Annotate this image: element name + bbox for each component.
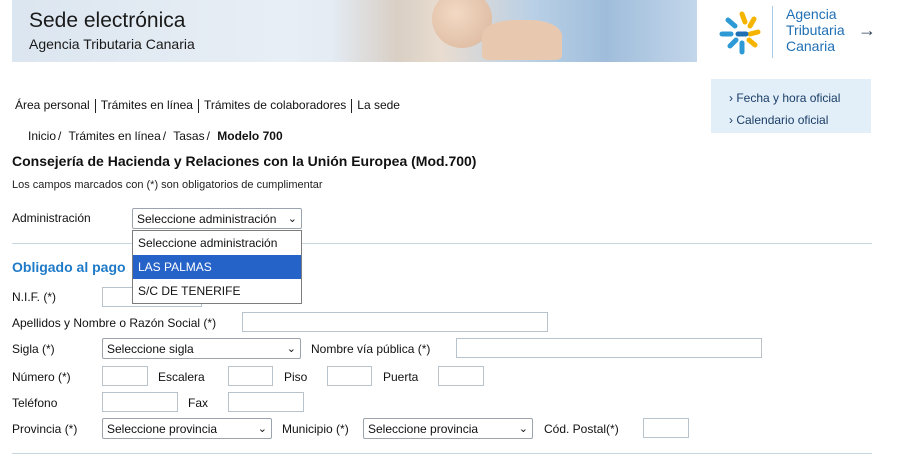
link-label: Calendario oficial xyxy=(736,113,829,127)
page-title: Consejería de Hacienda y Relaciones con … xyxy=(12,153,477,169)
header-banner: Sede electrónica Agencia Tributaria Cana… xyxy=(12,0,697,62)
numero-label: Número (*) xyxy=(12,370,71,384)
cp-label: Cód. Postal(*) xyxy=(544,422,619,436)
municipio-select-value: Seleccione provincia xyxy=(368,422,479,436)
logo-line: Tributaria xyxy=(786,22,845,38)
nav-separator xyxy=(351,98,353,113)
telefono-label: Teléfono xyxy=(12,396,58,410)
top-navigation: Área personal Trámites en línea Trámites d… xyxy=(15,98,400,113)
nav-area-personal[interactable]: Área personal xyxy=(15,98,90,112)
nav-separator xyxy=(197,98,199,113)
sigla-label: Sigla (*) xyxy=(12,342,55,356)
admin-option-highlighted[interactable]: LAS PALMAS xyxy=(133,255,301,279)
breadcrumb-tramites[interactable]: Trámites en línea xyxy=(68,129,160,143)
puerta-input[interactable] xyxy=(438,366,484,386)
breadcrumb-current: Modelo 700 xyxy=(217,129,283,143)
breadcrumb-tasas[interactable]: Tasas xyxy=(173,129,204,143)
banner-photo-hand xyxy=(482,20,562,60)
escalera-input[interactable] xyxy=(228,366,273,386)
chevron-down-icon: ⌄ xyxy=(257,423,267,435)
sigla-select-value: Seleccione sigla xyxy=(107,342,194,356)
agency-logo-icon xyxy=(719,11,761,55)
link-fecha-hora-oficial[interactable]: › Fecha y hora oficial xyxy=(729,87,871,109)
piso-label: Piso xyxy=(284,370,308,384)
required-fields-note: Los campos marcados con (*) son obligato… xyxy=(12,179,323,191)
apellidos-label: Apellidos y Nombre o Razón Social (*) xyxy=(12,316,217,330)
chevron-down-icon: ⌄ xyxy=(287,213,297,225)
escalera-label: Escalera xyxy=(158,370,205,384)
telefono-input[interactable] xyxy=(102,392,178,412)
puerta-label: Puerta xyxy=(383,370,419,384)
provincia-label: Provincia (*) xyxy=(12,422,78,436)
breadcrumb-inicio[interactable]: Inicio xyxy=(28,129,56,143)
sigla-select[interactable]: Seleccione sigla ⌄ xyxy=(102,338,301,359)
logo-line: Canaria xyxy=(786,38,836,54)
admin-select-value: Seleccione administración xyxy=(137,212,277,226)
admin-option[interactable]: Seleccione administración xyxy=(133,231,301,255)
fax-input[interactable] xyxy=(228,392,304,412)
logo-line: Agencia xyxy=(786,6,837,22)
nav-tramites-en-linea[interactable]: Trámites en línea xyxy=(101,98,193,112)
provincia-select-value: Seleccione provincia xyxy=(107,422,218,436)
provincia-select[interactable]: Seleccione provincia ⌄ xyxy=(102,418,272,439)
site-subtitle: Agencia Tributaria Canaria xyxy=(29,36,195,52)
fax-label: Fax xyxy=(188,396,209,410)
divider xyxy=(12,453,872,454)
section-title-obligado: Obligado al pago xyxy=(12,259,126,275)
apellidos-input[interactable] xyxy=(242,312,548,332)
link-label: Fecha y hora oficial xyxy=(736,91,841,105)
site-title: Sede electrónica xyxy=(29,9,186,32)
chevron-down-icon: ⌄ xyxy=(286,343,296,355)
nav-tramites-colaboradores[interactable]: Trámites de colaboradores xyxy=(204,98,346,112)
municipio-select[interactable]: Seleccione provincia ⌄ xyxy=(363,418,533,439)
via-label: Nombre vía pública (*) xyxy=(311,342,431,356)
admin-dropdown-list: Seleccione administración LAS PALMAS S/C… xyxy=(132,230,302,304)
agency-logo[interactable]: Agencia Tributaria Canaria → xyxy=(712,2,892,60)
numero-input[interactable] xyxy=(102,366,148,386)
admin-option[interactable]: S/C DE TENERIFE xyxy=(133,279,301,303)
chevron-down-icon: ⌄ xyxy=(518,423,528,435)
via-input[interactable] xyxy=(456,338,762,358)
link-calendario-oficial[interactable]: › Calendario oficial xyxy=(729,109,871,131)
breadcrumb: Inicio / Trámites en línea / Tasas / Modelo… xyxy=(28,129,283,143)
admin-label: Administración xyxy=(12,211,91,225)
municipio-label: Municipio (*) xyxy=(282,422,349,436)
nif-label: N.I.F. (*) xyxy=(12,290,56,304)
logo-text: Agencia Tributaria Canaria xyxy=(786,6,845,54)
nav-separator xyxy=(94,98,96,113)
logo-divider xyxy=(772,6,773,58)
official-links-box: › Fecha y hora oficial › Calendario ofic… xyxy=(711,79,871,133)
cp-input[interactable] xyxy=(643,418,689,438)
piso-input[interactable] xyxy=(327,366,372,386)
arrow-right-icon[interactable]: → xyxy=(858,20,876,41)
admin-select[interactable]: Seleccione administración ⌄ xyxy=(132,208,302,229)
nav-la-sede[interactable]: La sede xyxy=(357,98,400,112)
